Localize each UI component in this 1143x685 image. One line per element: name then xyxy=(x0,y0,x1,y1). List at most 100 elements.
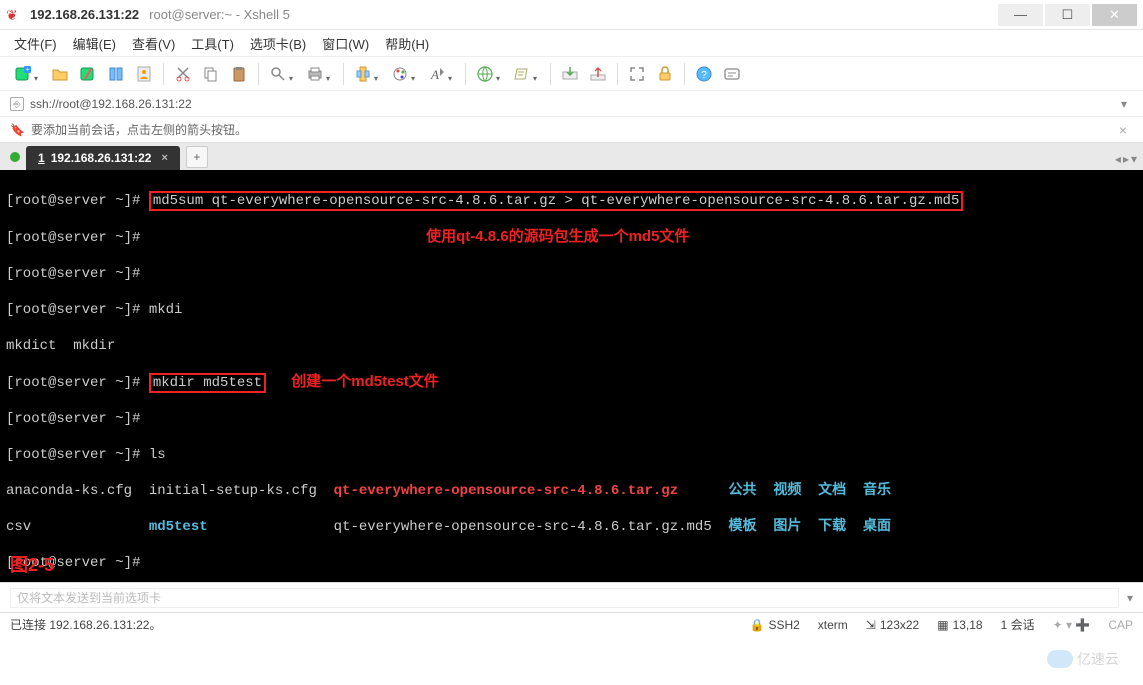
close-button[interactable]: ✕ xyxy=(1092,4,1137,26)
transfer-button[interactable] xyxy=(557,61,583,87)
minimize-button[interactable]: — xyxy=(998,4,1043,26)
paste-button[interactable] xyxy=(226,61,252,87)
menu-tools[interactable]: 工具(T) xyxy=(191,34,234,53)
new-tab-button[interactable]: + xyxy=(186,146,208,168)
toolbar-separator xyxy=(550,63,551,85)
chevron-down-icon xyxy=(326,70,333,77)
prompt: [root@server ~]# xyxy=(6,193,149,209)
send-bar: 仅将文本发送到当前选项卡 ▾ xyxy=(0,582,1143,612)
menu-edit[interactable]: 编辑(E) xyxy=(73,34,116,53)
status-indicators: ✦ ▾ ➕ xyxy=(1053,618,1091,632)
infobar-close-button[interactable]: × xyxy=(1113,122,1133,138)
info-hint: 要添加当前会话，点击左侧的箭头按钮。 xyxy=(31,121,247,138)
address-bar: ⎆ ssh://root@192.168.26.131:22 ▾ xyxy=(0,90,1143,116)
chevron-down-icon xyxy=(411,70,418,77)
send-dropdown[interactable]: ▾ xyxy=(1127,591,1133,605)
toolbar-separator xyxy=(343,63,344,85)
address-input[interactable]: ssh://root@192.168.26.131:22 xyxy=(30,97,1109,111)
menu-file[interactable]: 文件(F) xyxy=(14,34,57,53)
highlight-box: mkdir md5test xyxy=(149,373,266,393)
lock-button[interactable] xyxy=(652,61,678,87)
tab-index: 1 xyxy=(38,151,45,165)
reconnect-button[interactable] xyxy=(75,61,101,87)
script-button[interactable] xyxy=(509,61,544,87)
status-size: ⇲ 123x22 xyxy=(866,618,919,632)
send-input[interactable]: 仅将文本发送到当前选项卡 xyxy=(10,588,1119,608)
ls-output: 公共 视频 文档 音乐 xyxy=(678,483,891,499)
language-button[interactable] xyxy=(472,61,507,87)
annotation: 创建一个md5test文件 xyxy=(291,373,439,390)
svg-text:?: ? xyxy=(701,70,707,81)
color-button[interactable] xyxy=(387,61,422,87)
prompt: [root@server ~]# xyxy=(6,266,149,282)
bookmark-icon[interactable]: 🔖 xyxy=(10,123,25,137)
menu-window[interactable]: 窗口(W) xyxy=(322,34,369,53)
chevron-down-icon xyxy=(34,70,41,77)
cut-button[interactable] xyxy=(170,61,196,87)
completion-text: mkdict mkdir xyxy=(6,338,115,354)
status-pos: ▦ 13,18 xyxy=(937,618,982,632)
lock-icon: 🔒 xyxy=(749,618,764,632)
annotation: 使用qt-4.8.6的源码包生成一个md5文件 xyxy=(426,228,689,245)
status-term: xterm xyxy=(818,618,848,632)
toolbar-separator xyxy=(684,63,685,85)
ssh-icon: ⎆ xyxy=(10,97,24,111)
ls-output: anaconda-ks.cfg initial-setup-ks.cfg xyxy=(6,483,334,499)
prompt: [root@server ~]# xyxy=(6,375,149,391)
tab-label: 192.168.26.131:22 xyxy=(51,151,152,165)
menu-help[interactable]: 帮助(H) xyxy=(385,34,429,53)
find-button[interactable] xyxy=(265,61,300,87)
print-button[interactable] xyxy=(302,61,337,87)
toolbar-separator xyxy=(617,63,618,85)
new-session-button[interactable]: + xyxy=(10,61,45,87)
prompt: [root@server ~]# xyxy=(6,411,149,427)
ls-output: qt-everywhere-opensource-src-4.8.6.tar.g… xyxy=(334,483,678,499)
open-button[interactable] xyxy=(47,61,73,87)
tab-strip: 1 192.168.26.131:22 × + ◂ ▸ ▾ xyxy=(0,142,1143,170)
disconnect-button[interactable] xyxy=(103,61,129,87)
tab-menu-icon[interactable]: ▾ xyxy=(1131,152,1137,166)
chevron-down-icon xyxy=(496,70,503,77)
status-sessions: 1 会话 xyxy=(1001,616,1035,633)
session-tab[interactable]: 1 192.168.26.131:22 × xyxy=(26,146,180,170)
font-button[interactable]: A xyxy=(424,61,459,87)
ls-output: 模板 图片 下载 桌面 xyxy=(729,519,891,535)
prompt: [root@server ~]# ls xyxy=(6,447,166,463)
toolbar-separator xyxy=(465,63,466,85)
menu-tabs[interactable]: 选项卡(B) xyxy=(250,34,306,53)
status-protocol: 🔒SSH2 xyxy=(749,618,799,632)
address-dropdown[interactable]: ▾ xyxy=(1115,97,1133,111)
upload-button[interactable] xyxy=(585,61,611,87)
watermark: 亿速云 xyxy=(1047,649,1137,681)
figure-label: 图2-5 xyxy=(10,556,54,574)
profile-button[interactable] xyxy=(131,61,157,87)
grid-icon: ▦ xyxy=(937,618,948,632)
send-placeholder: 仅将文本发送到当前选项卡 xyxy=(17,591,161,605)
ls-output: md5test xyxy=(149,519,208,535)
properties-button[interactable] xyxy=(350,61,385,87)
terminal-pane[interactable]: [root@server ~]# md5sum qt-everywhere-op… xyxy=(0,170,1143,582)
window-title-main: 192.168.26.131:22 xyxy=(30,7,139,22)
copy-button[interactable] xyxy=(198,61,224,87)
title-bar: ❦ 192.168.26.131:22 root@server:~ - Xshe… xyxy=(0,0,1143,30)
command-text: mkdir md5test xyxy=(153,375,262,391)
status-connection: 已连接 192.168.26.131:22。 xyxy=(10,616,161,633)
command-text: md5sum qt-everywhere-opensource-src-4.8.… xyxy=(153,193,960,209)
chevron-down-icon xyxy=(374,70,381,77)
compose-button[interactable] xyxy=(719,61,745,87)
window-title-sub: root@server:~ - Xshell 5 xyxy=(149,7,290,22)
menu-view[interactable]: 查看(V) xyxy=(132,34,175,53)
tab-close-icon[interactable]: × xyxy=(161,152,167,164)
toolbar-separator xyxy=(258,63,259,85)
maximize-button[interactable]: ☐ xyxy=(1045,4,1090,26)
menu-bar: 文件(F) 编辑(E) 查看(V) 工具(T) 选项卡(B) 窗口(W) 帮助(… xyxy=(0,30,1143,56)
tab-nav-left-icon[interactable]: ◂ xyxy=(1115,152,1121,166)
info-bar: 🔖 要添加当前会话，点击左侧的箭头按钮。 × xyxy=(0,116,1143,142)
watermark-text: 亿速云 xyxy=(1077,653,1119,668)
help-button[interactable]: ? xyxy=(691,61,717,87)
toolbar-separator xyxy=(163,63,164,85)
status-bar: 已连接 192.168.26.131:22。 🔒SSH2 xterm ⇲ 123… xyxy=(0,612,1143,636)
fullscreen-button[interactable] xyxy=(624,61,650,87)
tab-nav-right-icon[interactable]: ▸ xyxy=(1123,152,1129,166)
chevron-down-icon xyxy=(533,70,540,77)
